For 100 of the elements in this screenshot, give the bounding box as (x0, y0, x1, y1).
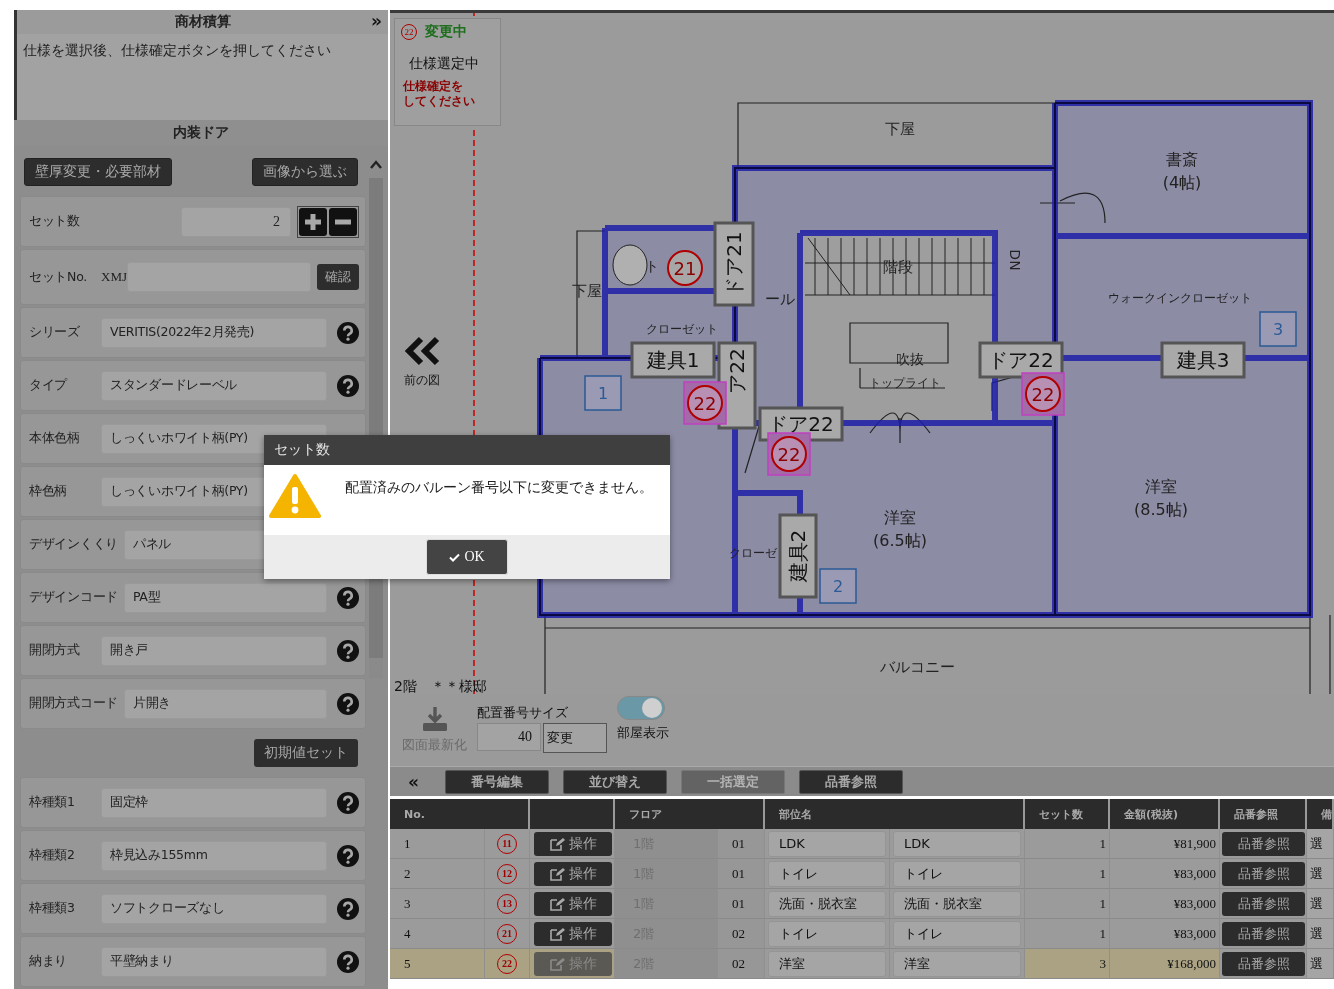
help-icon[interactable] (337, 950, 359, 973)
check-icon (449, 552, 461, 562)
fixture-tag: ア22 (717, 341, 757, 430)
plus-button[interactable] (299, 207, 327, 236)
table-cell: 5 (390, 949, 485, 979)
help-icon[interactable] (337, 374, 359, 397)
status-text: 仕様選定中 (409, 55, 480, 73)
confirm-button[interactable]: 確認 (317, 264, 359, 290)
fixture-tag: ドア21 (713, 221, 755, 307)
table-cell: 1 (1025, 829, 1110, 859)
room-label: ト (645, 258, 659, 274)
room-name-field: 洗面・脱衣室 (768, 890, 886, 917)
help-icon[interactable] (337, 791, 359, 814)
select-field[interactable]: 枠見込み155mm (101, 840, 327, 871)
warning-text: してください (403, 94, 476, 109)
operate-button[interactable]: 操作 (534, 891, 612, 916)
room-label: 階段 (883, 258, 913, 276)
change-button[interactable]: 変更 (543, 723, 607, 754)
status-state: 変更中 (425, 23, 467, 41)
select-from-image-button[interactable]: 画像から選ぶ (252, 158, 358, 186)
part-reference-button[interactable]: 品番参照 (1222, 921, 1305, 946)
part-reference-button[interactable]: 品番参照 (1222, 951, 1305, 976)
table-cell: ¥83,000 (1110, 889, 1220, 919)
download-icon[interactable] (420, 706, 449, 733)
balloon-marker: 22 (767, 432, 811, 476)
field-label: 枠色柄 (29, 483, 69, 500)
fixture-tag: ドア22 (978, 341, 1064, 379)
operate-button[interactable]: 操作 (534, 831, 612, 856)
column-header: 部位名 (765, 799, 1025, 829)
fixture-tag: 建具2 (778, 513, 818, 599)
table-cell: 選 (1307, 889, 1334, 919)
help-icon[interactable] (337, 321, 359, 344)
field-label: 枠種類3 (29, 900, 76, 917)
room-label: (4帖) (1162, 173, 1202, 192)
table-cell: 選 (1307, 859, 1334, 889)
scroll-up-icon[interactable] (369, 158, 383, 170)
fixture-tag: 建具3 (1160, 341, 1246, 379)
balloon-marker: 22 (1021, 372, 1065, 416)
toolbar-button[interactable]: 並び替え (563, 769, 667, 794)
table-cell: 1 (1025, 889, 1110, 919)
ok-button[interactable]: OK (426, 539, 508, 575)
minus-button[interactable] (329, 207, 357, 236)
select-field[interactable]: 固定枠 (101, 787, 327, 818)
column-header: フロア (615, 799, 765, 829)
toolbar-button[interactable]: 品番参照 (799, 769, 903, 794)
operate-button[interactable]: 操作 (534, 921, 612, 946)
balloon-marker: 21 (667, 250, 703, 286)
room-label: (8.5帖) (1134, 500, 1188, 519)
balloon-marker: 22 (683, 381, 727, 425)
room-name-field: 洋室 (768, 950, 886, 977)
help-icon[interactable] (337, 639, 359, 662)
part-reference-button[interactable]: 品番参照 (1222, 831, 1305, 856)
double-chevron-left-icon[interactable] (404, 336, 440, 366)
fixture-tag: 建具1 (630, 341, 716, 379)
table-cell: ¥83,000 (1110, 859, 1220, 889)
dialog-message: 配置済みのバルーン番号以下に変更できません。 (345, 479, 653, 497)
help-icon[interactable] (337, 897, 359, 920)
collapse-button[interactable]: « (408, 771, 419, 792)
select-field[interactable]: スタンダードレーベル (101, 370, 327, 401)
collapse-button[interactable]: » (369, 11, 384, 31)
select-field[interactable]: ソフトクローズなし (101, 893, 327, 924)
previous-plan-label[interactable]: 前の図 (404, 372, 440, 389)
edit-icon (549, 956, 565, 971)
field-label: 開閉方式 (29, 642, 81, 659)
field-label: デザインコード (29, 589, 118, 606)
column-header: 品番参照 (1220, 799, 1307, 829)
select-field[interactable]: VERITIS(2022年2月発売) (101, 317, 327, 348)
table-cell: ¥168,000 (1110, 949, 1220, 979)
room-label: DN (1007, 249, 1023, 271)
reset-button[interactable]: 初期値セット (254, 739, 358, 767)
toolbar-button[interactable]: 番号編集 (445, 769, 549, 794)
table-cell: ¥81,900 (1110, 829, 1220, 859)
help-icon[interactable] (337, 692, 359, 715)
part-reference-button[interactable]: 品番参照 (1222, 891, 1305, 916)
column-header: 金額(税抜) (1110, 799, 1220, 829)
size-input[interactable]: 40 (477, 723, 541, 752)
table-cell: 3 (390, 889, 485, 919)
part-reference-button[interactable]: 品番参照 (1222, 861, 1305, 886)
column-header: セット数 (1025, 799, 1110, 829)
select-field[interactable]: 平壁納まり (101, 946, 327, 977)
number-field[interactable]: 2 (181, 206, 291, 237)
room-name-field: 洋室 (893, 950, 1021, 977)
room-display-toggle[interactable] (617, 696, 665, 721)
room-label: 吹抜 (896, 351, 924, 367)
help-icon[interactable] (337, 844, 359, 867)
room-label: トップライト (869, 376, 941, 390)
dialog-title: セット数 (264, 435, 670, 465)
select-field[interactable]: 片開き (123, 688, 327, 719)
table-cell: 選 (1307, 949, 1334, 979)
select-field[interactable]: PA型 (123, 582, 327, 613)
help-icon[interactable] (337, 586, 359, 609)
operate-button[interactable]: 操作 (534, 861, 612, 886)
room-label: クローゼット (646, 322, 718, 336)
room-number: 1 (584, 375, 622, 411)
field-label: 開閉方式コード (29, 695, 118, 712)
room-name-field: トイレ (893, 860, 1021, 887)
wall-parts-button[interactable]: 壁厚変更・必要部材 (24, 158, 172, 186)
panel-title: 商材積算 (174, 13, 231, 31)
room-name-field: トイレ (768, 860, 886, 887)
select-field[interactable]: 開き戸 (101, 635, 327, 666)
